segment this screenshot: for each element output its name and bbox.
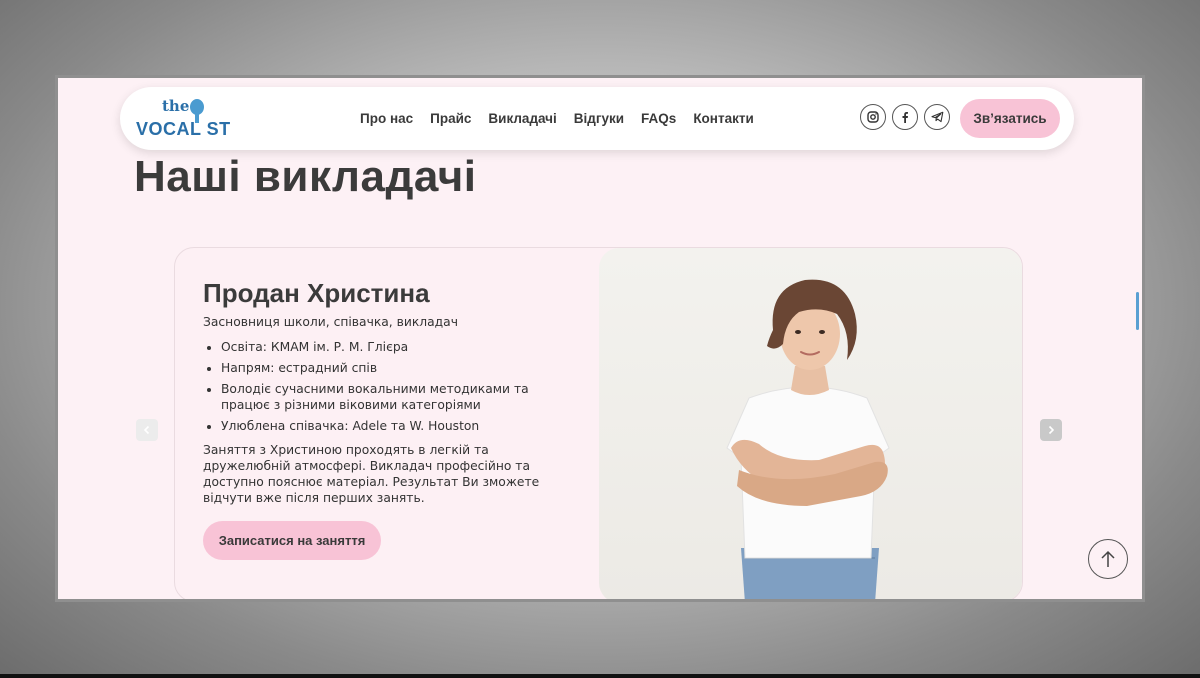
logo[interactable]: the VOCAL ST <box>136 93 246 143</box>
social-links <box>860 104 950 130</box>
nav-about[interactable]: Про нас <box>360 111 413 126</box>
facebook-icon <box>902 112 908 123</box>
browser-frame: the VOCAL ST Про нас Прайс Викладачі Від… <box>55 75 1145 602</box>
logo-the: the <box>162 97 190 115</box>
nav-price[interactable]: Прайс <box>430 111 471 126</box>
scroll-to-top-button[interactable] <box>1088 539 1128 579</box>
teacher-card: Продан Христина Засновниця школи, співач… <box>174 247 1023 599</box>
list-item: Улюблена співачка: Adele та W. Houston <box>221 418 578 434</box>
carousel-prev-button[interactable] <box>136 419 158 441</box>
arrow-up-icon <box>1101 550 1115 567</box>
facebook-button[interactable] <box>892 104 918 130</box>
telegram-icon <box>930 111 943 123</box>
carousel-next-button[interactable] <box>1040 419 1062 441</box>
teacher-description: Заняття з Христиною проходять в легкій т… <box>203 443 540 505</box>
teacher-portrait <box>726 279 890 599</box>
list-item: Освіта: КМАМ ім. Р. М. Глієра <box>221 339 578 355</box>
scrollbar-thumb[interactable] <box>1136 292 1139 330</box>
main-nav: Про нас Прайс Викладачі Відгуки FAQs Кон… <box>360 87 771 150</box>
teacher-info: Продан Христина Засновниця школи, співач… <box>203 278 578 506</box>
header-navbar: the VOCAL ST Про нас Прайс Викладачі Від… <box>120 87 1074 150</box>
instagram-button[interactable] <box>860 104 886 130</box>
nav-contacts[interactable]: Контакти <box>693 111 753 126</box>
logo-vocalist: VOCAL ST <box>136 119 231 139</box>
list-item: Володіє сучасними вокальними методиками … <box>221 381 578 413</box>
nav-reviews[interactable]: Відгуки <box>574 111 624 126</box>
page: the VOCAL ST Про нас Прайс Викладачі Від… <box>58 78 1142 599</box>
contact-button[interactable]: Зв’язатись <box>960 99 1060 138</box>
telegram-button[interactable] <box>924 104 950 130</box>
teacher-role: Засновниця школи, співачка, викладач <box>203 315 458 329</box>
list-item: Напрям: естрадний спів <box>221 360 578 376</box>
nav-faqs[interactable]: FAQs <box>641 111 676 126</box>
chevron-right-icon <box>1048 425 1055 435</box>
screen-bottom-edge <box>0 674 1200 678</box>
teacher-photo <box>599 248 1022 599</box>
teacher-name: Продан Христина <box>203 278 430 308</box>
chevron-left-icon <box>143 425 150 435</box>
instagram-icon <box>867 111 879 123</box>
nav-teachers[interactable]: Викладачі <box>488 111 556 126</box>
signup-button[interactable]: Записатися на заняття <box>203 521 381 560</box>
section-title: Наші викладачі <box>134 152 477 201</box>
teacher-facts: Освіта: КМАМ ім. Р. М. Глієра Напрям: ес… <box>203 339 578 434</box>
